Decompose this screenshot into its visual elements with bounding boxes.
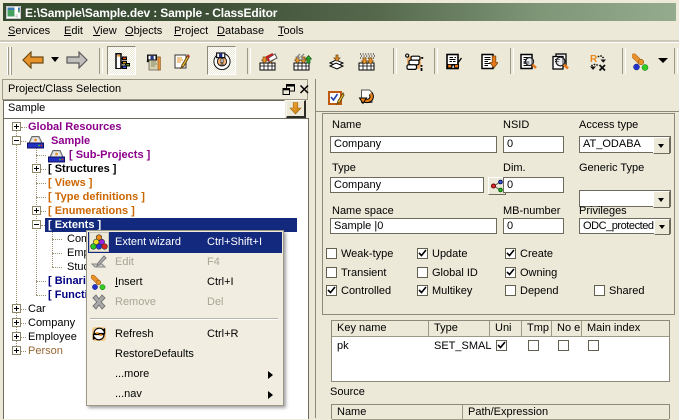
svg-text:R: R: [590, 54, 598, 65]
